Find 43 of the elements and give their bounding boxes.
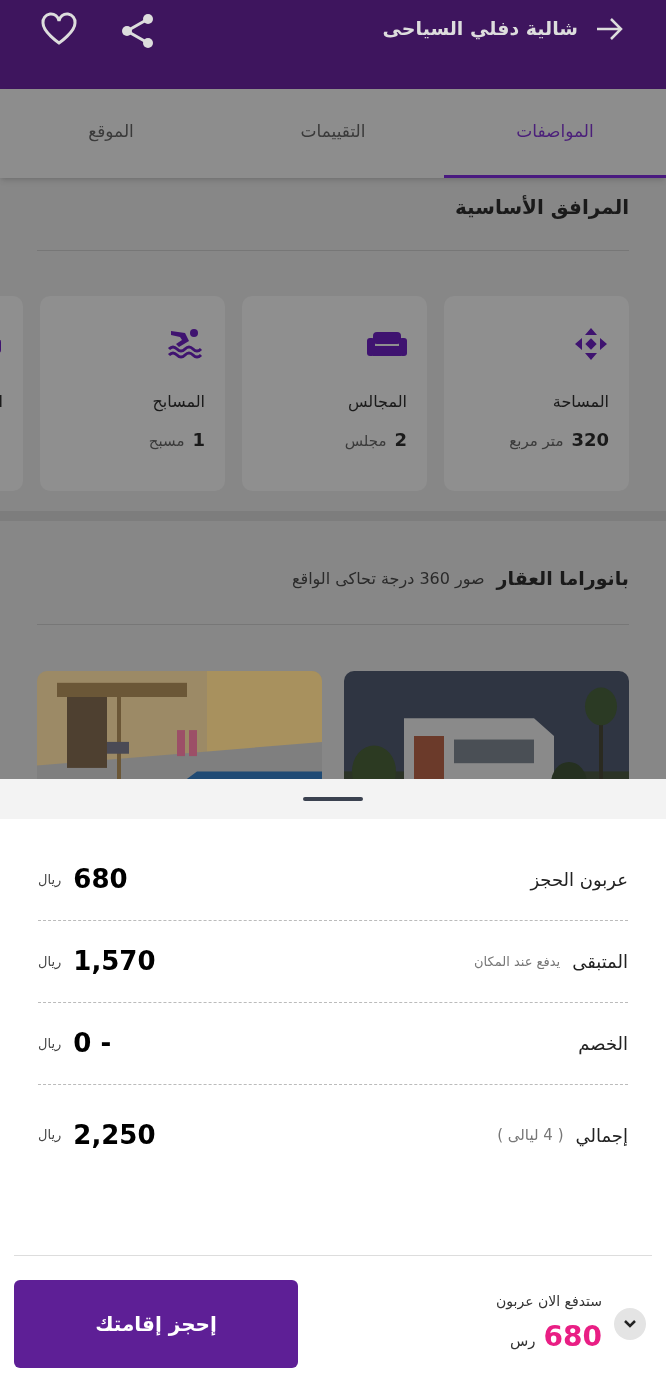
section-title: المرافق الأساسية bbox=[454, 194, 629, 221]
move-arrows-icon bbox=[573, 326, 609, 362]
drag-handle[interactable] bbox=[303, 797, 363, 801]
price-label: عربون الحجز bbox=[530, 868, 628, 893]
pay-now-caption: ستدفع الان عربون bbox=[496, 1291, 602, 1312]
book-button[interactable]: إحجز إقامتك bbox=[14, 1280, 298, 1368]
price-label: إجمالي bbox=[575, 1123, 628, 1149]
tab[interactable]: التقييمات bbox=[222, 89, 444, 178]
chevron-down-icon bbox=[623, 1319, 637, 1329]
section-subtitle: صور 360 درجة تحاكى الواقع bbox=[292, 567, 485, 591]
facility-label: ا bbox=[0, 391, 3, 413]
facility-count: 1 bbox=[192, 428, 205, 452]
price-label: المتبقى bbox=[572, 950, 628, 974]
price-amount: - 0 bbox=[73, 1027, 112, 1060]
share-icon[interactable] bbox=[120, 12, 156, 50]
expand-button[interactable] bbox=[614, 1308, 646, 1340]
facility-label: المجالس bbox=[347, 391, 407, 414]
facility-count: 2 bbox=[394, 428, 407, 452]
price-amount: 1,570 bbox=[73, 945, 156, 978]
section-title: بانوراما العقار bbox=[496, 566, 629, 592]
price-note: ( 4 ليالى ) bbox=[497, 1124, 564, 1146]
price-note: يدفع عند المكان bbox=[474, 952, 561, 971]
tab[interactable]: المواصفات bbox=[444, 89, 666, 178]
price-amount: 2,250 bbox=[73, 1118, 156, 1152]
facility-count: 320 bbox=[571, 428, 609, 452]
page-title: شالية دفلي السياحى bbox=[382, 16, 578, 42]
currency-label: ريال bbox=[38, 1126, 62, 1145]
currency-label: ريال bbox=[38, 952, 62, 971]
price-label: الخصم bbox=[578, 1032, 628, 1057]
facility-unit: مجلس bbox=[344, 431, 387, 452]
tab[interactable]: الموقع bbox=[0, 89, 222, 178]
currency-label: ريال bbox=[38, 870, 62, 889]
facility-label: المسابح bbox=[152, 391, 205, 414]
facility-unit: مسبح bbox=[148, 431, 185, 452]
pay-now-amount: 680 bbox=[543, 1318, 602, 1355]
facility-label: المساحة bbox=[552, 391, 609, 413]
swimmer-icon bbox=[167, 327, 205, 361]
currency-label: ريال bbox=[38, 1034, 62, 1053]
currency-label: رس bbox=[510, 1330, 536, 1352]
sofa-icon bbox=[367, 330, 407, 358]
price-amount: 680 bbox=[73, 863, 128, 896]
facility-unit: متر مربع bbox=[509, 431, 564, 452]
heart-icon[interactable] bbox=[40, 12, 78, 46]
